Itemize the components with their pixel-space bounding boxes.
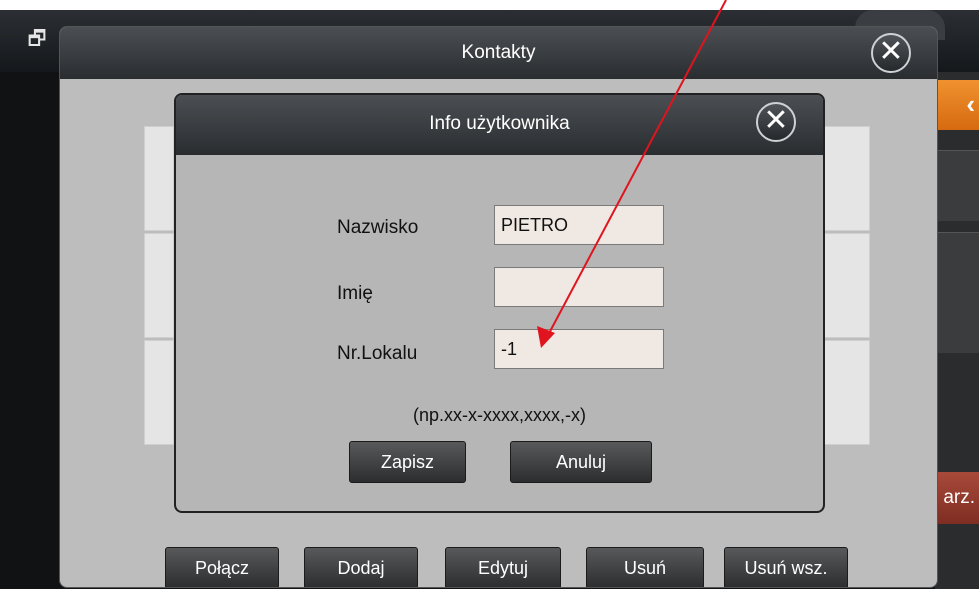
contact-list-cell[interactable] bbox=[824, 340, 870, 445]
edit-button[interactable]: Edytuj bbox=[445, 547, 561, 587]
delete-button[interactable]: Usuń bbox=[586, 547, 704, 587]
surname-input[interactable]: PIETRO bbox=[494, 205, 664, 245]
surname-label: Nazwisko bbox=[337, 217, 419, 238]
format-hint: (np.xx-x-xxxx,xxxx,-x) bbox=[413, 405, 586, 425]
close-icon: ✕ bbox=[763, 104, 789, 137]
add-button[interactable]: Dodaj bbox=[304, 547, 418, 587]
apartment-number-label: Nr.Lokalu bbox=[337, 343, 418, 364]
first-name-input[interactable] bbox=[494, 267, 664, 307]
first-name-label: Imię bbox=[337, 283, 373, 304]
contacts-title: Kontakty bbox=[60, 27, 937, 79]
back-button[interactable]: ‹ bbox=[935, 80, 979, 130]
apartment-number-input[interactable]: -1 bbox=[494, 329, 664, 369]
connect-button[interactable]: Połącz bbox=[165, 547, 279, 587]
dialog-title: Info użytkownika bbox=[176, 95, 823, 155]
contact-list-cell[interactable] bbox=[824, 233, 870, 338]
right-list-item bbox=[935, 150, 979, 221]
contact-list-cell[interactable] bbox=[144, 233, 174, 338]
close-icon: ✕ bbox=[878, 35, 904, 68]
chevron-left-icon: ‹ bbox=[966, 89, 975, 119]
contacts-close-button[interactable]: ✕ bbox=[871, 33, 911, 73]
right-list-item bbox=[935, 232, 979, 353]
user-info-dialog: Info użytkownika ✕ Nazwisko PIETRO Imię … bbox=[174, 93, 825, 513]
window-icon: 🗗 bbox=[27, 28, 47, 50]
save-button[interactable]: Zapisz bbox=[349, 441, 466, 483]
dialog-close-button[interactable]: ✕ bbox=[756, 102, 796, 142]
contact-list-cell[interactable] bbox=[144, 126, 174, 231]
delete-all-button[interactable]: Usuń wsz. bbox=[724, 547, 848, 587]
cancel-button[interactable]: Anuluj bbox=[510, 441, 652, 483]
contact-list-cell[interactable] bbox=[824, 126, 870, 231]
contact-list-cell[interactable] bbox=[144, 340, 174, 445]
